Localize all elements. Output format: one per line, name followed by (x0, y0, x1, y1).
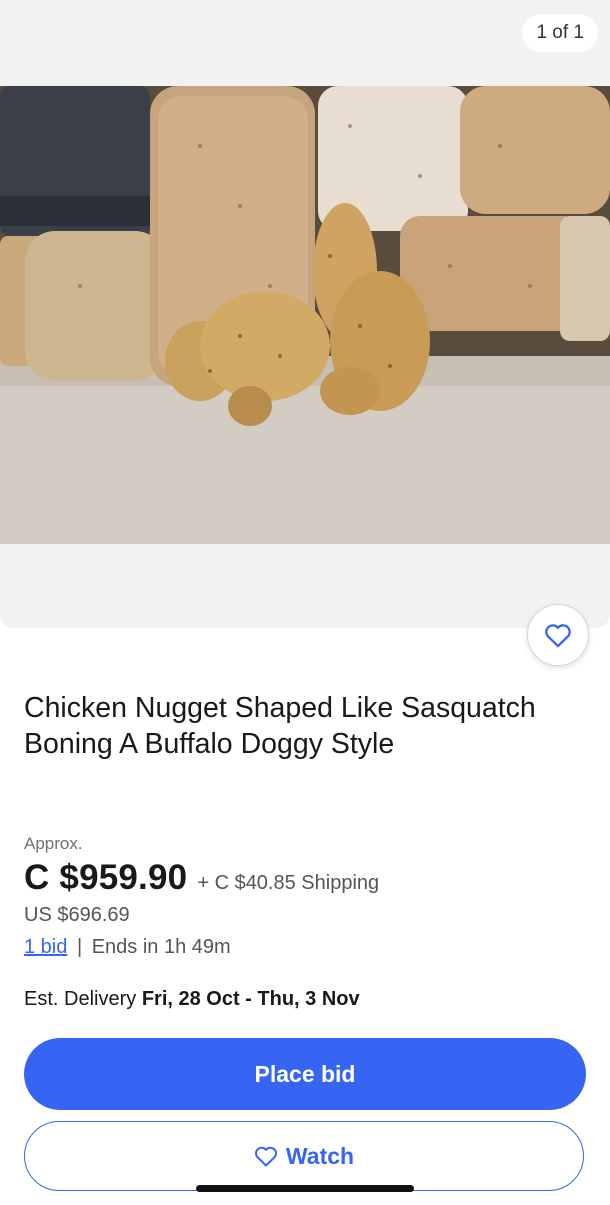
approx-label: Approx. (24, 834, 83, 853)
watch-button[interactable]: Watch (24, 1121, 584, 1191)
separator: | (76, 936, 83, 958)
shipping-cost: + C $40.85 Shipping (197, 872, 380, 894)
place-bid-button[interactable]: Place bid (24, 1038, 586, 1110)
price-row: C $959.90 + C $40.85 Shipping (24, 858, 379, 898)
estimated-delivery: Est. Delivery Fri, 28 Oct - Thu, 3 Nov (24, 988, 360, 1011)
image-counter: 1 of 1 (522, 14, 598, 52)
bid-count-link[interactable]: 1 bid (24, 936, 67, 958)
favorite-button[interactable] (527, 604, 589, 666)
delivery-dates: Fri, 28 Oct - Thu, 3 Nov (141, 988, 360, 1010)
heart-outline-icon (254, 1146, 277, 1167)
price: C $959.90 (24, 858, 188, 897)
heart-outline-icon (545, 624, 571, 648)
listing-photo[interactable] (0, 86, 610, 544)
delivery-label: Est. Delivery (24, 988, 142, 1010)
usd-price: US $696.69 (24, 904, 130, 926)
watch-label: Watch (285, 1142, 355, 1169)
image-gallery[interactable]: 1 of 1 (0, 0, 610, 628)
home-indicator[interactable] (196, 1185, 414, 1192)
bid-status: 1 bid | Ends in 1h 49m (24, 936, 231, 959)
time-remaining: Ends in 1h 49m (91, 936, 231, 958)
listing-title: Chicken Nugget Shaped Like Sasquatch Bon… (24, 692, 536, 760)
